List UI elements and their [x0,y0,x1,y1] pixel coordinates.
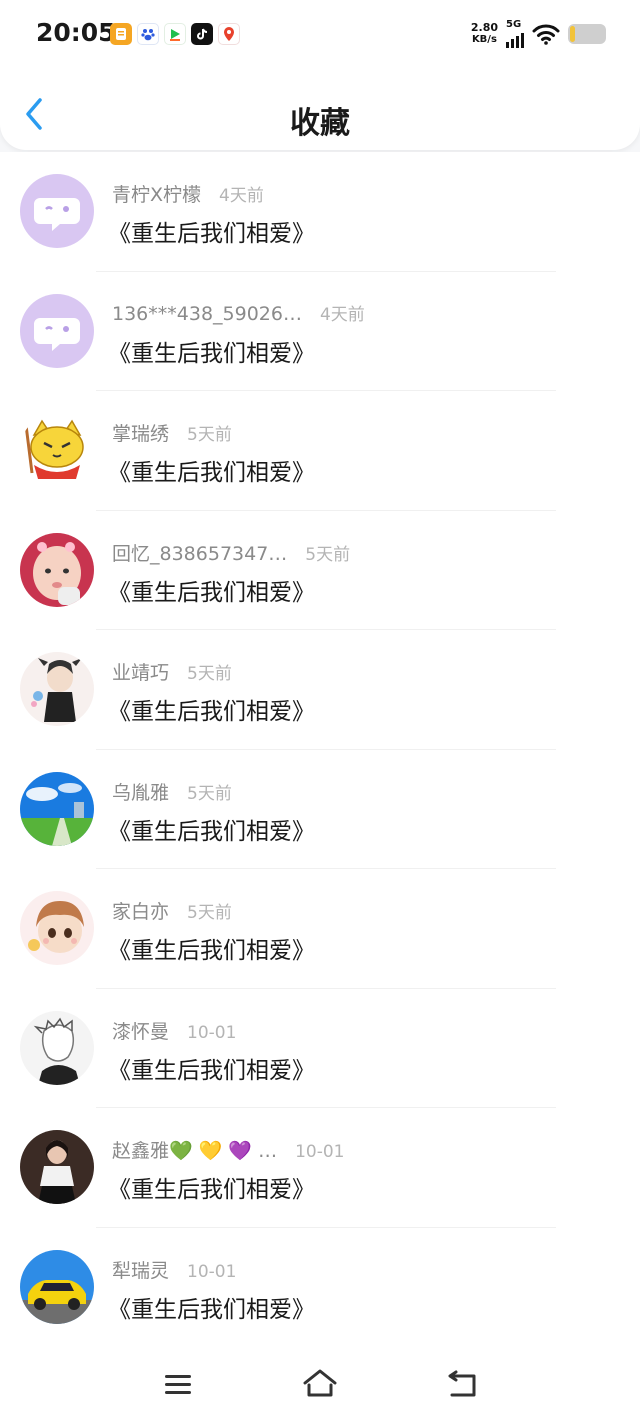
cell-signal: 5G [506,20,524,48]
username[interactable]: 家白亦 [112,897,169,924]
status-app-icons [110,23,240,45]
item-meta: 乌胤雅 5天前 [112,778,232,805]
username[interactable]: 业靖巧 [112,658,169,685]
favorite-content: 《重生后我们相爱》 [108,1177,315,1203]
favorite-list-item[interactable]: 回忆_838657347… 5天前 《重生后我们相爱》 [0,511,640,630]
menu-icon [165,1375,191,1394]
item-meta: 136***438_59026… 4天前 [112,300,365,325]
favorite-content: 《重生后我们相爱》 [108,340,315,367]
baidu-app-icon [137,23,159,45]
default-chat-avatar[interactable] [20,293,94,368]
post-time: 5天前 [187,903,232,923]
favorite-content: 《重生后我们相爱》 [108,221,315,247]
yellow-cat-avatar[interactable] [20,413,94,487]
username[interactable]: 掌瑞绣 [112,419,169,446]
username[interactable]: 赵鑫雅💚 💛 💜 … [112,1136,277,1163]
tiktok-app-icon [191,23,213,45]
status-bar: 20:05 2.80 KB/s 5G [0,0,640,68]
network-speed-value: 2.80 [470,21,498,34]
network-speed: 2.80 KB/s [471,22,498,46]
post-time: 10-01 [187,1022,237,1043]
notes-app-icon [110,23,132,45]
favorite-list-item[interactable]: 业靖巧 5天前 《重生后我们相爱》 [0,630,640,750]
post-time: 10-01 [187,1261,237,1282]
username[interactable]: 青柠X柠檬 [112,180,201,207]
post-time: 4天前 [319,304,365,325]
menu-button[interactable] [158,1364,198,1404]
favorite-content: 《重生后我们相爱》 [108,699,315,725]
username[interactable]: 犁瑞灵 [112,1256,169,1283]
username[interactable]: 136***438_59026… [112,303,302,325]
username[interactable]: 乌胤雅 [112,778,169,805]
anime-girl-avatar[interactable] [20,891,94,965]
back-icon [448,1370,476,1397]
username[interactable]: 漆怀曼 [112,1017,169,1044]
nav-header: 收藏 [0,70,640,150]
favorite-content: 《重生后我们相爱》 [108,1296,315,1323]
baby-photo-avatar[interactable] [20,532,94,607]
favorite-list-item[interactable]: 青柠X柠檬 4天前 《重生后我们相爱》 [0,152,640,272]
home-icon [303,1369,337,1397]
post-time: 5天前 [305,544,351,565]
item-meta: 漆怀曼 10-01 [112,1017,236,1044]
favorite-list-item[interactable]: 136***438_59026… 4天前 《重生后我们相爱》 [0,272,640,391]
favorite-list-item[interactable]: 掌瑞绣 5天前 《重生后我们相爱》 [0,391,640,511]
item-meta: 业靖巧 5天前 [112,658,232,685]
page-title: 收藏 [290,106,350,141]
landscape-avatar[interactable] [20,771,94,846]
favorite-content: 《重生后我们相爱》 [108,579,315,606]
video-app-icon [164,23,186,45]
item-meta: 青柠X柠檬 4天前 [112,180,264,207]
favorite-content: 《重生后我们相爱》 [108,460,315,486]
yellow-car-avatar[interactable] [20,1249,94,1324]
post-time: 5天前 [187,664,232,684]
post-time: 4天前 [219,186,264,206]
favorite-list-item[interactable]: 漆怀曼 10-01 《重生后我们相爱》 [0,989,640,1108]
favorites-list: 青柠X柠檬 4天前 《重生后我们相爱》 136***438_59026… 4天前… [0,152,640,1347]
item-meta: 掌瑞绣 5天前 [112,419,232,446]
default-chat-avatar[interactable] [20,174,94,248]
network-type: 5G [506,19,522,30]
username[interactable]: 回忆_838657347… [112,539,287,566]
girl-photo-avatar[interactable] [20,1130,94,1204]
favorite-list-item[interactable]: 家白亦 5天前 《重生后我们相爱》 [0,869,640,989]
sketch-avatar[interactable] [20,1010,94,1085]
map-app-icon [218,23,240,45]
item-meta: 赵鑫雅💚 💛 💜 … 10-01 [112,1136,345,1163]
top-card: 20:05 2.80 KB/s 5G 收藏 [0,0,640,150]
wifi-icon [532,24,560,45]
favorite-list-item[interactable]: 赵鑫雅💚 💛 💜 … 10-01 《重生后我们相爱》 [0,1108,640,1228]
battery-icon [568,24,606,44]
favorite-content: 《重生后我们相爱》 [108,818,315,845]
favorite-list-item[interactable]: 犁瑞灵 10-01 《重生后我们相爱》 [0,1228,640,1347]
favorite-list-item[interactable]: 乌胤雅 5天前 《重生后我们相爱》 [0,750,640,869]
favorite-content: 《重生后我们相爱》 [108,938,315,964]
status-right: 2.80 KB/s 5G [471,20,606,48]
network-speed-unit: KB/s [471,34,497,45]
home-button[interactable] [300,1364,340,1404]
battery-level [570,26,575,42]
post-time: 10-01 [295,1142,345,1162]
system-back-button[interactable] [442,1364,482,1404]
status-time: 20:05 [36,18,116,47]
anime-character-avatar[interactable] [20,652,94,726]
favorite-content: 《重生后我们相爱》 [108,1057,315,1084]
post-time: 5天前 [187,425,232,445]
item-meta: 犁瑞灵 10-01 [112,1256,236,1283]
bottom-navigation-bar [0,1346,640,1422]
post-time: 5天前 [187,783,232,804]
item-meta: 回忆_838657347… 5天前 [112,539,350,566]
item-meta: 家白亦 5天前 [112,897,232,924]
signal-bars-icon [506,30,524,48]
